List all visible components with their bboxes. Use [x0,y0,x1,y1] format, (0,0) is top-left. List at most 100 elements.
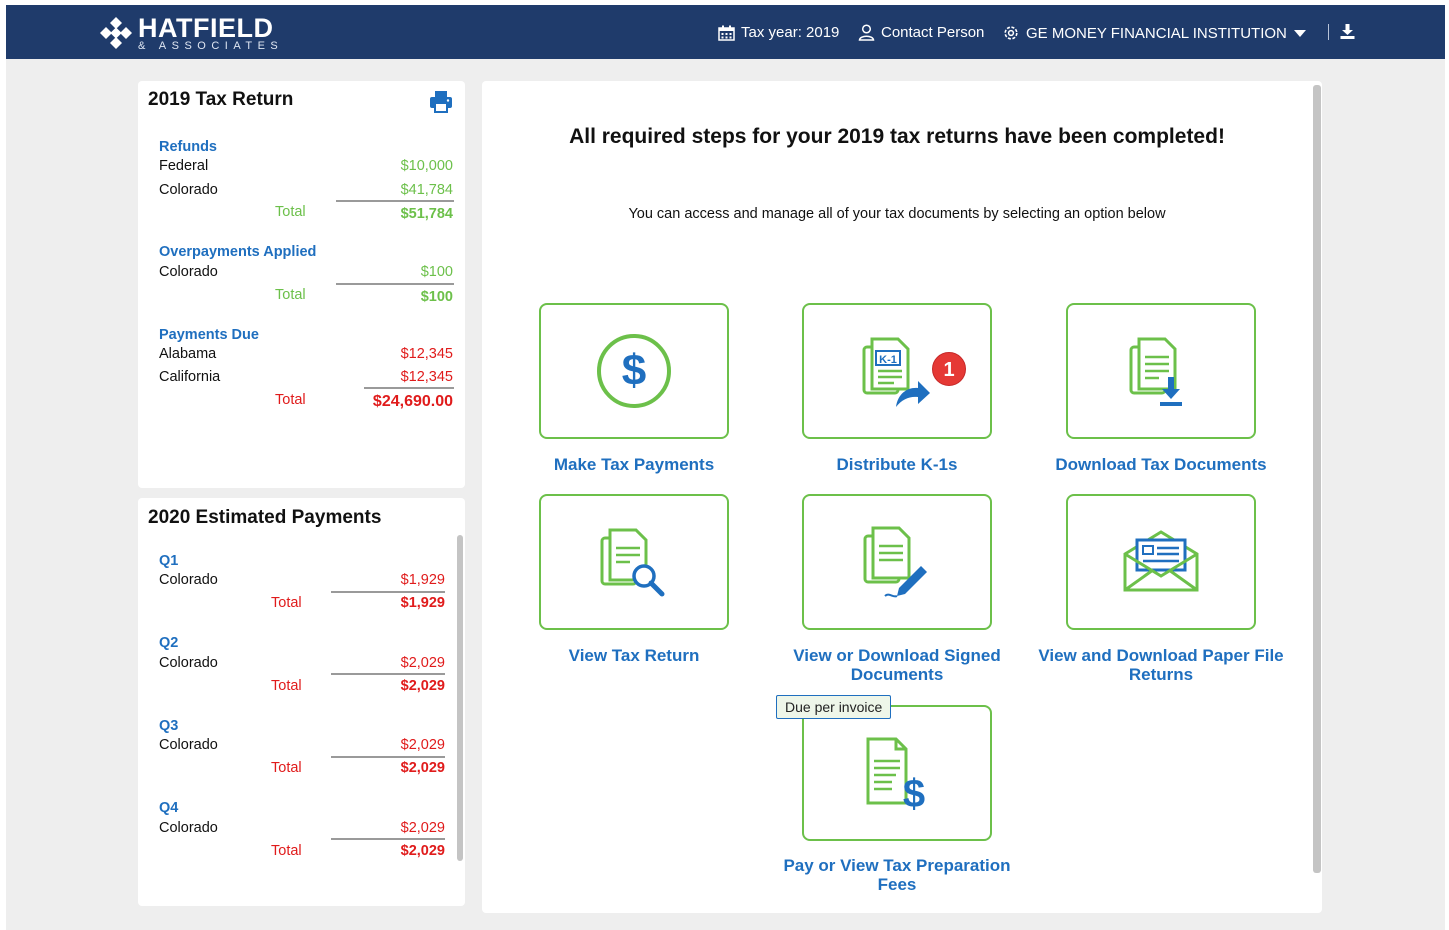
caret-down-icon [1293,30,1306,37]
payment-due-row-label: California [159,369,221,385]
payment-due-row-amount: $12,345 [400,369,453,385]
brand-logo-icon [100,17,132,49]
download-tax-documents-label[interactable]: Download Tax Documents [1036,455,1286,474]
svg-text:K-1: K-1 [879,354,897,366]
payments-due-heading: Payments Due [159,327,259,343]
document-sign-icon [863,526,927,598]
overpayment-row-amount: $100 [420,264,453,280]
refunds-total-label: Total [275,204,306,220]
calendar-icon [718,25,735,41]
view-signed-documents-tile[interactable] [802,494,992,630]
contact-person-link[interactable]: Contact Person [858,24,984,41]
tax-year-selector[interactable]: Tax year: 2019 [718,24,839,41]
download-icon [1340,24,1355,39]
quarter-heading: Q3 [159,718,179,734]
document-download-icon [1129,337,1182,406]
refunds-total-rule [336,200,454,202]
tax-year-label: Tax year: 2019 [741,24,840,41]
quarter-total-amount: $2,029 [400,843,445,859]
quarter-total-label: Total [271,843,302,859]
due-per-invoice-tooltip: Due per invoice [776,695,892,719]
estimated-payments-scrollbar[interactable] [457,535,463,861]
view-tax-return-tile[interactable] [539,494,729,630]
contact-person-label: Contact Person [881,24,985,41]
refund-row-amount: $10,000 [400,158,453,174]
quarter-total-rule [331,591,445,593]
app-frame: HATFIELD & ASSOCIATES Tax year: 2019 Con… [6,5,1445,930]
quarter-heading: Q2 [159,635,179,651]
overpayments-total-amount: $100 [420,289,453,305]
refunds-heading: Refunds [159,139,217,155]
completion-headline: All required steps for your 2019 tax ret… [569,125,1225,148]
quarter-heading: Q4 [159,800,179,816]
quarter-row-amount: $1,929 [400,572,445,588]
tax-return-title: 2019 Tax Return [148,89,294,110]
refund-row-label: Federal [159,158,209,174]
payments-due-total-rule [364,387,454,389]
brand-logo[interactable]: HATFIELD & ASSOCIATES [98,15,283,52]
quarter-row-amount: $2,029 [400,820,445,836]
firm-dropdown[interactable]: GE MONEY FINANCIAL INSTITUTION [1002,24,1307,42]
quarter-total-rule [331,673,445,675]
tax-return-summary-panel: 2019 Tax Return Refunds Federal $10,000 … [138,81,465,488]
distribute-k1s-label[interactable]: Distribute K-1s [772,455,1022,474]
quarter-heading: Q1 [159,553,179,569]
refunds-total-amount: $51,784 [400,206,453,222]
brand-subtitle: & ASSOCIATES [138,40,284,52]
completion-subline: You can access and manage all of your ta… [628,206,1166,222]
refund-row-amount: $41,784 [400,182,453,198]
quarter-total-amount: $1,929 [400,595,445,611]
main-actions-panel: All required steps for your 2019 tax ret… [482,81,1322,913]
svg-text:$: $ [622,346,646,395]
quarter-total-label: Total [271,760,302,776]
payment-due-row-amount: $12,345 [400,346,453,362]
quarter-row-label: Colorado [159,737,218,753]
k1-share-icon: K-1 [862,337,930,407]
overpayment-row-label: Colorado [159,264,218,280]
print-button[interactable] [429,90,453,114]
download-button[interactable] [1340,24,1355,44]
gear-icon [1004,26,1018,40]
make-tax-payments-label[interactable]: Make Tax Payments [509,455,759,474]
quarter-total-label: Total [271,595,302,611]
make-tax-payments-tile[interactable]: $ [539,303,729,439]
quarter-total-amount: $2,029 [400,760,445,776]
tax-preparation-fees-tile[interactable]: $ [802,705,992,841]
view-tax-return-label[interactable]: View Tax Return [509,646,759,665]
refund-row-label: Colorado [159,182,218,198]
paper-file-returns-label[interactable]: View and Download Paper File Returns [1036,646,1286,684]
quarter-row-label: Colorado [159,655,218,671]
quarter-total-amount: $2,029 [400,678,445,694]
document-dollar-icon: $ [866,737,925,813]
payments-due-total-label: Total [275,392,306,408]
k1-notification-badge: 1 [932,352,966,386]
quarter-row-label: Colorado [159,572,218,588]
distribute-k1s-tile[interactable]: K-1 1 [802,303,992,439]
quarter-total-rule [331,838,445,840]
quarter-total-rule [331,756,445,758]
tax-preparation-fees-label[interactable]: Pay or View Tax Preparation Fees [772,856,1022,894]
quarter-row-amount: $2,029 [400,737,445,753]
dollar-circle-icon: $ [597,334,671,408]
quarter-row-amount: $2,029 [400,655,445,671]
estimated-payments-title: 2020 Estimated Payments [148,507,382,528]
download-tax-documents-tile[interactable] [1066,303,1256,439]
top-navbar: HATFIELD & ASSOCIATES Tax year: 2019 Con… [6,5,1445,59]
overpayments-total-label: Total [275,287,306,303]
envelope-document-icon [1123,530,1199,592]
header-divider [1328,24,1329,40]
firm-name: GE MONEY FINANCIAL INSTITUTION [1026,24,1287,42]
main-panel-scrollbar[interactable] [1313,85,1321,873]
payments-due-total-amount: $24,690.00 [372,393,453,410]
overpayments-heading: Overpayments Applied [159,244,317,260]
document-search-icon [600,528,665,597]
quarter-total-label: Total [271,678,302,694]
view-signed-documents-label[interactable]: View or Download Signed Documents [772,646,1022,684]
svg-text:$: $ [903,772,925,813]
brand-name: HATFIELD [138,13,274,43]
estimated-payments-panel: 2020 Estimated Payments Q1 Colorado $1,9… [138,498,465,906]
payment-due-row-label: Alabama [159,346,217,362]
user-icon [858,24,875,41]
paper-file-returns-tile[interactable] [1066,494,1256,630]
quarter-row-label: Colorado [159,820,218,836]
